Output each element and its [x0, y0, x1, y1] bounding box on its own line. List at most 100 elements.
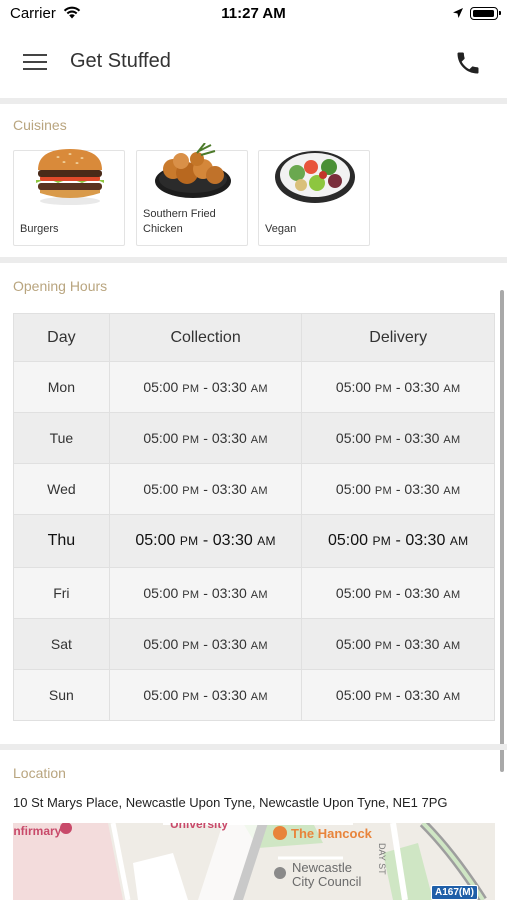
close-time: 03:30: [404, 430, 440, 446]
time-separator: -: [203, 379, 208, 395]
close-time: 03:30: [404, 636, 440, 652]
open-time: 05:00: [335, 687, 371, 703]
cuisine-name: Vegan: [265, 223, 297, 235]
open-ampm: PM: [374, 383, 392, 395]
opening-hours-heading: Opening Hours: [13, 278, 108, 294]
battery-icon: [470, 7, 501, 20]
open-time: 05:00: [335, 430, 371, 446]
time-separator: -: [395, 585, 401, 601]
open-time: 05:00: [135, 532, 176, 549]
time-separator: -: [203, 636, 208, 652]
close-ampm: AM: [250, 383, 268, 395]
collection-hours-cell: 05:00 PM - 03:30 AM: [108, 669, 303, 721]
time-separator: -: [203, 430, 208, 446]
open-ampm: PM: [179, 534, 199, 548]
time-separator: -: [203, 481, 208, 497]
app-header: Get Stuffed: [0, 30, 507, 98]
map-label-council-line1: Newcastle: [292, 860, 352, 875]
collection-hours-cell: 05:00 PM - 03:30 AM: [108, 514, 303, 568]
cuisine-card-southern-fried-chicken[interactable]: Southern Fried Chicken: [136, 143, 248, 246]
council-pin-icon: [274, 867, 286, 879]
burger-image: [36, 149, 104, 205]
open-time: 05:00: [143, 379, 179, 395]
time-separator: -: [202, 532, 209, 549]
day-cell: Wed: [13, 463, 110, 515]
column-header-collection: Collection: [108, 313, 303, 362]
close-ampm: AM: [443, 434, 461, 446]
cuisine-card-burgers[interactable]: Burgers: [13, 149, 125, 246]
close-ampm: AM: [449, 534, 469, 548]
close-ampm: AM: [443, 383, 461, 395]
close-ampm: AM: [250, 640, 268, 652]
phone-icon[interactable]: [454, 49, 482, 77]
delivery-hours-cell: 05:00 PM - 03:30 AM: [301, 618, 495, 670]
day-cell: Thu: [13, 514, 110, 568]
close-time: 03:30: [404, 687, 440, 703]
section-divider: [0, 98, 507, 104]
location-heading: Location: [13, 765, 66, 781]
open-ampm: PM: [182, 691, 200, 703]
open-ampm: PM: [182, 485, 200, 497]
time-separator: -: [395, 687, 401, 703]
close-time: 03:30: [211, 687, 247, 703]
collection-hours-cell: 05:00 PM - 03:30 AM: [108, 463, 303, 515]
status-time: 11:27 AM: [221, 5, 286, 22]
location-map[interactable]: Infirmary University The Hancock Newcast…: [13, 823, 495, 900]
close-ampm: AM: [443, 485, 461, 497]
page-title: Get Stuffed: [70, 50, 171, 72]
collection-hours-cell: 05:00 PM - 03:30 AM: [108, 567, 303, 619]
delivery-hours-cell: 05:00 PM - 03:30 AM: [301, 567, 495, 619]
close-ampm: AM: [443, 589, 461, 601]
close-time: 03:30: [404, 481, 440, 497]
day-cell: Mon: [13, 361, 110, 413]
cuisines-heading: Cuisines: [13, 117, 67, 133]
table-row: Mon 05:00 PM - 03:30 AM 05:00 PM - 03:30 A…: [13, 361, 495, 413]
close-time: 03:30: [404, 585, 440, 601]
open-time: 05:00: [335, 585, 371, 601]
day-cell: Tue: [13, 412, 110, 464]
open-time: 05:00: [143, 585, 179, 601]
close-time: 03:30: [211, 481, 247, 497]
table-row: Tue 05:00 PM - 03:30 AM 05:00 PM - 03:30 A…: [13, 412, 495, 464]
map-label-street: DAY ST: [377, 843, 387, 875]
open-ampm: PM: [374, 485, 392, 497]
close-ampm: AM: [250, 589, 268, 601]
open-ampm: PM: [182, 640, 200, 652]
location-arrow-icon: [453, 8, 463, 18]
close-ampm: AM: [250, 434, 268, 446]
map-canvas: [13, 823, 495, 900]
map-label-council-line2: City Council: [292, 874, 362, 889]
delivery-hours-cell: 05:00 PM - 03:30 AM: [301, 669, 495, 721]
pub-pin-icon[interactable]: [273, 826, 287, 840]
open-time: 05:00: [143, 636, 179, 652]
time-separator: -: [395, 636, 401, 652]
collection-hours-cell: 05:00 PM - 03:30 AM: [108, 412, 303, 464]
delivery-hours-cell: 05:00 PM - 03:30 AM: [301, 361, 495, 413]
map-label-university: University: [170, 823, 229, 831]
time-separator: -: [395, 532, 401, 549]
table-row: Sat 05:00 PM - 03:30 AM 05:00 PM - 03:30 A…: [13, 618, 495, 670]
table-row: Fri 05:00 PM - 03:30 AM 05:00 PM - 03:30 A…: [13, 567, 495, 619]
cuisine-name: Southern Fried Chicken: [143, 208, 216, 235]
close-ampm: AM: [257, 534, 276, 548]
collection-hours-cell: 05:00 PM - 03:30 AM: [108, 361, 303, 413]
table-row-today: Thu 05:00 PM - 03:30 AM 05:00 PM - 03:30 A…: [13, 514, 495, 568]
close-time: 03:30: [211, 430, 247, 446]
close-time: 03:30: [211, 585, 247, 601]
open-time: 05:00: [335, 636, 371, 652]
section-divider: [0, 257, 507, 263]
open-ampm: PM: [182, 589, 200, 601]
status-bar: Carrier 11:27 AM: [0, 0, 507, 30]
fried-chicken-image: [155, 143, 231, 198]
map-label-pub[interactable]: The Hancock: [291, 826, 372, 841]
opening-hours-table: Day Collection Delivery Mon 05:00 PM - 03…: [13, 313, 495, 721]
hamburger-menu-icon[interactable]: [23, 53, 47, 73]
cuisine-card-vegan[interactable]: Vegan: [258, 150, 370, 246]
open-ampm: PM: [374, 640, 392, 652]
time-separator: -: [395, 379, 401, 395]
scrollbar-thumb[interactable]: [500, 290, 504, 772]
time-separator: -: [203, 687, 208, 703]
day-cell: Fri: [13, 567, 110, 619]
open-ampm: PM: [374, 691, 392, 703]
day-cell: Sat: [13, 618, 110, 670]
